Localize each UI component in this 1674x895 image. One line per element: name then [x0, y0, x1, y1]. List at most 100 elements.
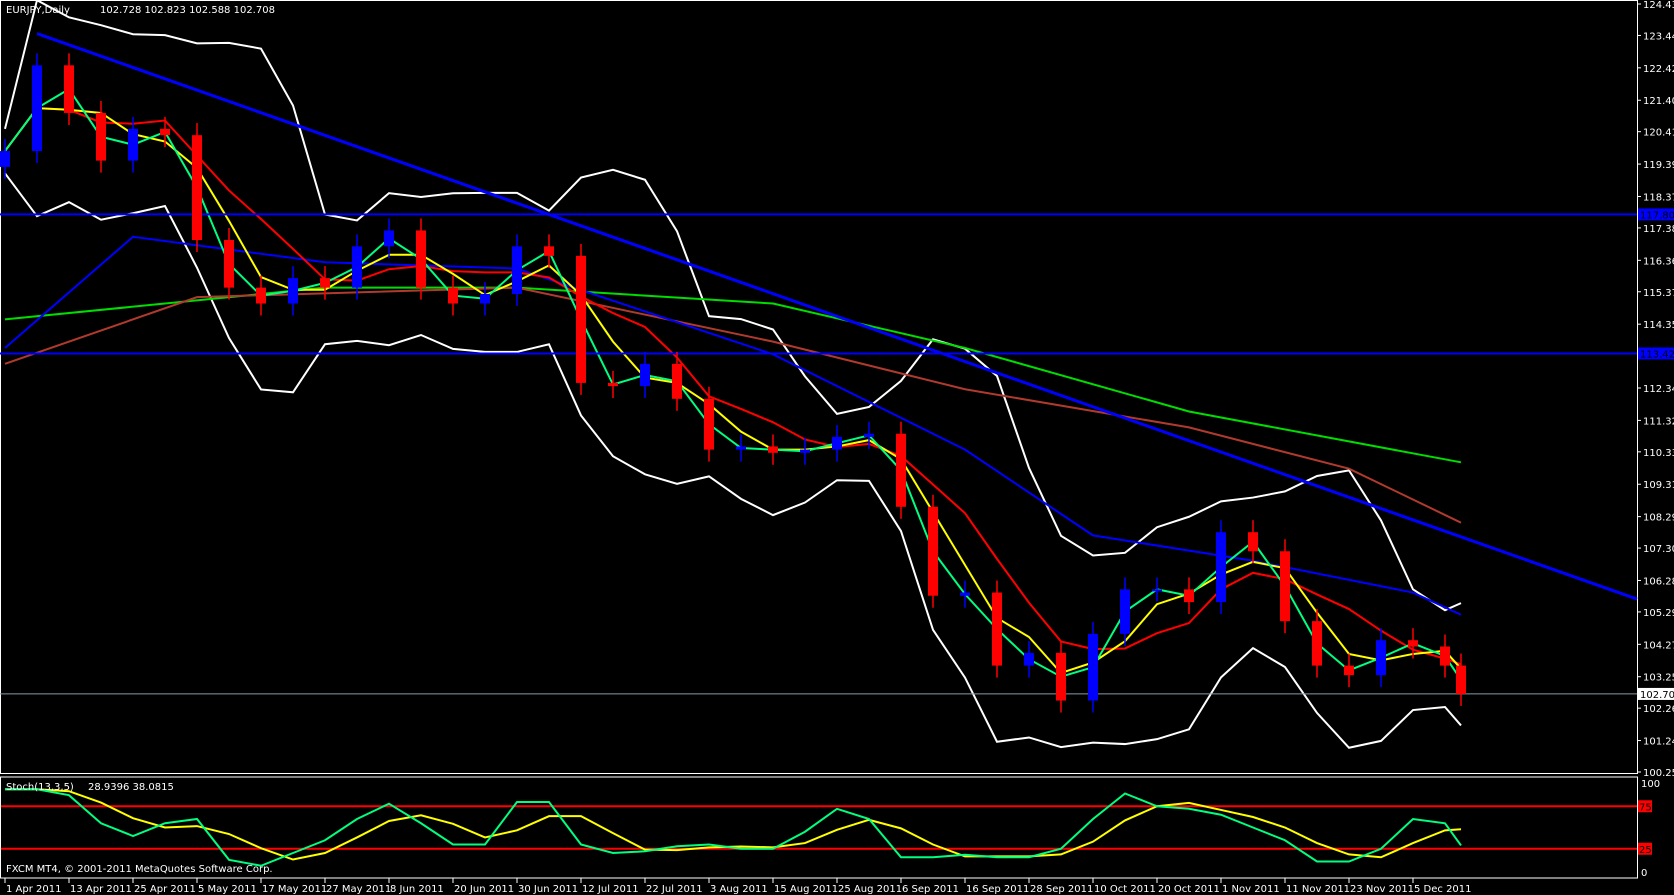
- time-tick-label: 22 Jul 2011: [646, 884, 703, 895]
- price-tick-label: 105.290: [1643, 608, 1674, 619]
- stoch-label: Stoch(13,3,5): [6, 782, 74, 793]
- price-tick-label: 102.260: [1643, 704, 1674, 715]
- price-tick-label: 101.240: [1643, 737, 1674, 748]
- bear-candle: [896, 433, 906, 507]
- time-tick-label: 1 Nov 2011: [1222, 884, 1280, 895]
- bull-candle: [1120, 589, 1130, 634]
- bull-candle: [832, 436, 842, 450]
- bollinger-bands: [4, 0, 1462, 749]
- bull-candle: [1088, 633, 1098, 701]
- bear-candle: [256, 287, 266, 304]
- ma-red-line: [4, 107, 1462, 666]
- bull-candle: [736, 446, 746, 450]
- time-tick-label: 20 Jun 2011: [454, 884, 514, 895]
- bull-candle: [1152, 589, 1162, 592]
- price-tick-label: 106.280: [1643, 576, 1674, 587]
- bull-candle: [960, 592, 970, 596]
- time-tick-label: 28 Sep 2011: [1030, 884, 1093, 895]
- price-chart[interactable]: 117.805 113.428 102.708 124.430 123.440 122.…: [0, 0, 1674, 895]
- bear-candle: [928, 506, 938, 596]
- time-tick-label: 15 Aug 2011: [774, 884, 838, 895]
- price-tick-label: 118.370: [1643, 192, 1674, 203]
- bull-candle: [1376, 640, 1386, 676]
- bear-candle: [192, 135, 202, 240]
- ma-fast-line: [4, 87, 1462, 681]
- price-tick-label: 115.370: [1643, 288, 1674, 299]
- time-tick-label: 23 Nov 2011: [1350, 884, 1414, 895]
- bull-candle: [512, 246, 522, 294]
- moving-averages: [4, 87, 1462, 681]
- ohlc-readout: 102.728 102.823 102.588 102.708: [100, 5, 275, 16]
- price-tick-label: 122.420: [1643, 64, 1674, 75]
- time-tick-label: 25 Aug 2011: [838, 884, 902, 895]
- stoch-scale-max: 100: [1641, 779, 1660, 790]
- price-tick-label: 114.350: [1643, 320, 1674, 331]
- price-tick-label: 100.250: [1643, 768, 1674, 779]
- time-tick-label: 3 Aug 2011: [710, 884, 768, 895]
- stoch-main-line: [5, 788, 1462, 867]
- time-tick-label: 27 May 2011: [326, 884, 391, 895]
- time-tick-label: 16 Sep 2011: [966, 884, 1029, 895]
- price-tick-label: 107.300: [1643, 544, 1674, 555]
- bear-candle: [1344, 665, 1354, 676]
- chart-title: EURJPY,Daily: [6, 5, 70, 16]
- price-tick-label: 112.340: [1643, 384, 1674, 395]
- bear-candle: [160, 128, 170, 136]
- current-price-label: 102.708: [1640, 690, 1674, 701]
- bull-candle: [640, 363, 650, 387]
- price-tick-label: 117.380: [1643, 224, 1674, 235]
- bull-candle: [1024, 652, 1034, 666]
- bear-candle: [224, 239, 234, 288]
- bear-candle: [320, 278, 330, 288]
- bull-candle: [480, 293, 490, 304]
- price-tick-label: 103.250: [1643, 673, 1674, 684]
- bear-candle: [1056, 652, 1066, 701]
- bear-candle: [1312, 621, 1322, 666]
- time-tick-label: 12 Jul 2011: [582, 884, 639, 895]
- bear-candle: [704, 398, 714, 450]
- candles: [0, 53, 1466, 713]
- stoch-level-label: 75: [1639, 802, 1652, 813]
- price-tick-label: 119.390: [1643, 160, 1674, 171]
- time-tick-label: 10 Oct 2011: [1094, 884, 1156, 895]
- bull-candle: [352, 246, 362, 288]
- time-tick-label: 30 Jun 2011: [518, 884, 578, 895]
- price-tick-label: 110.330: [1643, 448, 1674, 459]
- price-label: 113.428: [1640, 349, 1674, 360]
- time-tick-label: 11 Nov 2011: [1286, 884, 1350, 895]
- price-tick-label: 111.320: [1643, 416, 1674, 427]
- bear-candle: [64, 65, 74, 113]
- drawn-lines[interactable]: 117.805 113.428 102.708: [0, 32, 1674, 701]
- price-tick-label: 104.270: [1643, 640, 1674, 651]
- bull-candle: [128, 128, 138, 161]
- bear-candle: [416, 230, 426, 288]
- bull-candle: [384, 230, 394, 247]
- price-tick-label: 124.430: [1643, 0, 1674, 11]
- bear-candle: [672, 363, 682, 399]
- time-tick-label: 1 Apr 2011: [6, 884, 61, 895]
- time-tick-label: 5 Dec 2011: [1414, 884, 1472, 895]
- ma-yellow-line: [4, 107, 1462, 675]
- bear-candle: [96, 112, 106, 161]
- stoch-level-label: 25: [1639, 845, 1652, 856]
- bear-candle: [576, 255, 586, 383]
- price-tick-label: 123.440: [1643, 31, 1674, 42]
- bear-candle: [544, 246, 554, 256]
- price-axis: 124.430 123.440 122.420 121.400 120.410 119.3…: [1637, 0, 1674, 779]
- bull-candle: [32, 65, 42, 152]
- bear-candle: [768, 446, 778, 453]
- price-tick-label: 121.400: [1643, 96, 1674, 107]
- bear-candle: [1440, 646, 1450, 666]
- price-tick-label: 108.290: [1643, 513, 1674, 524]
- time-tick-label: 5 May 2011: [198, 884, 257, 895]
- bear-candle: [1280, 551, 1290, 622]
- time-axis: 1 Apr 2011 13 Apr 2011 25 Apr 2011 5 May 20…: [4, 878, 1472, 895]
- trendline: [36, 32, 1638, 601]
- time-tick-label: 6 Sep 2011: [902, 884, 959, 895]
- time-tick-label: 20 Oct 2011: [1158, 884, 1220, 895]
- bull-candle: [1216, 532, 1226, 603]
- price-label: 117.805: [1640, 210, 1674, 221]
- ma-green-line: [4, 286, 1462, 464]
- price-tick-label: 109.310: [1643, 480, 1674, 491]
- bear-candle: [1408, 640, 1418, 647]
